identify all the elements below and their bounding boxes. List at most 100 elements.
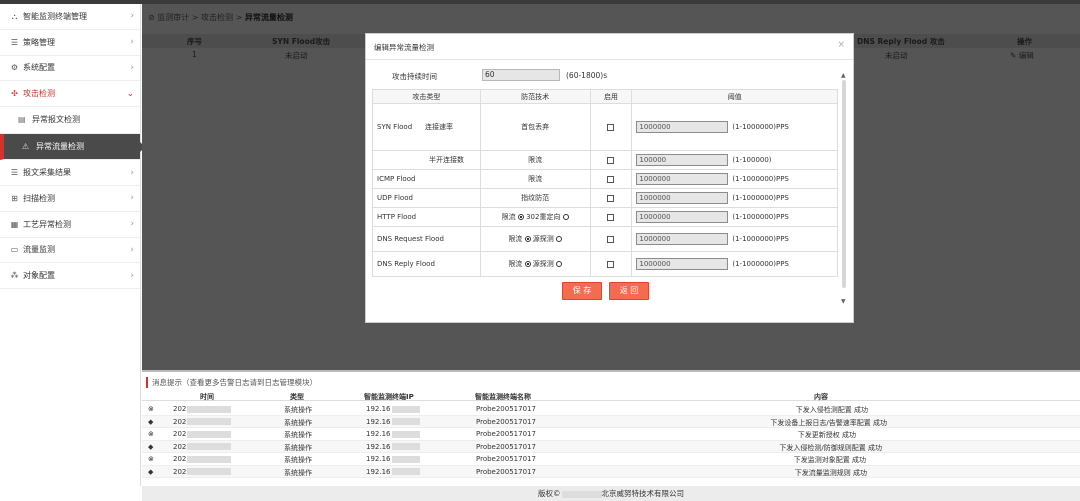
redacted bbox=[391, 405, 420, 413]
network-icon: ⛬ bbox=[11, 11, 18, 21]
redacted bbox=[187, 455, 232, 463]
threshold-input[interactable]: 1000000 bbox=[636, 258, 729, 270]
radio-selected[interactable] bbox=[517, 214, 524, 220]
duration-input[interactable]: 60 bbox=[482, 69, 560, 81]
threshold-cell: 1000000 (1-1000000)PPS bbox=[631, 251, 838, 277]
chart-icon: ▦ bbox=[10, 219, 19, 229]
radio-selected[interactable] bbox=[524, 261, 531, 267]
threshold-cell: 1000000 (1-1000000)PPS bbox=[631, 103, 838, 151]
table-row: ICMP Flood 限流 1000000 (1-1000000)PPS bbox=[372, 169, 838, 189]
close-icon[interactable]: × bbox=[837, 40, 845, 50]
back-button[interactable]: 返 回 bbox=[609, 282, 649, 300]
expand-icon[interactable]: ⊗ bbox=[148, 430, 154, 438]
column-header: 内容 bbox=[814, 393, 828, 401]
ip-cell: 192.16 bbox=[366, 430, 420, 438]
radio-unselected[interactable] bbox=[562, 214, 569, 220]
threshold-hint: (1-1000000)PPS bbox=[732, 123, 789, 131]
time-text: 202 bbox=[173, 455, 187, 463]
list-icon: ☰ bbox=[10, 168, 19, 178]
breadcrumb-item[interactable]: 监测审计 bbox=[157, 13, 189, 22]
table-row: ⊗ 202 系统操作 192.16 Probe200517017 下发入侵检测配… bbox=[142, 403, 1080, 416]
sidebar-item-policy[interactable]: ☰ 策略管理 › bbox=[0, 30, 140, 56]
save-button[interactable]: 保 存 bbox=[562, 282, 602, 300]
radio-selected[interactable] bbox=[524, 236, 531, 242]
message-table-header: 时间 类型 智能监测终端IP 智能监测终端名称 内容 bbox=[142, 390, 1080, 401]
copyright-prefix: 版权© bbox=[538, 489, 561, 498]
content-cell: 下发监测对象配置 成功 bbox=[793, 456, 866, 464]
column-header: 攻击类型 bbox=[372, 89, 481, 104]
expand-icon[interactable]: ◆ bbox=[148, 468, 153, 476]
sidebar: ⛬ 智能监测终端管理 › ☰ 策略管理 › ⚙ 系统配置 › ✣ 攻击检测 ⌄ ▤ 异常报文检测 … bbox=[0, 4, 145, 486]
ip-cell: 192.16 bbox=[366, 405, 420, 413]
syn-flood-cell: SYN Flood 连接速率 bbox=[372, 103, 481, 151]
threshold-cell: 1000000 (1-1000000)PPS bbox=[631, 207, 838, 227]
threshold-input[interactable]: 1000000 bbox=[636, 233, 729, 245]
scroll-down-icon[interactable]: ▼ bbox=[841, 298, 846, 305]
time-cell: 202 bbox=[173, 430, 232, 438]
name-cell: Probe200517017 bbox=[476, 417, 536, 426]
threshold-input[interactable]: 1000000 bbox=[636, 173, 729, 185]
expand-icon[interactable]: ◆ bbox=[148, 418, 153, 426]
type-label: HTTP Flood bbox=[372, 207, 481, 227]
sidebar-item-label: 系统配置 bbox=[23, 63, 55, 73]
redacted bbox=[391, 443, 420, 450]
sidebar-item-abnormal-traffic[interactable]: ⚠ 异常流量检测 bbox=[0, 133, 145, 161]
enable-checkbox[interactable] bbox=[607, 260, 615, 268]
threshold-hint: (1-1000000)PPS bbox=[732, 235, 789, 243]
edit-icon: ✎ bbox=[1010, 51, 1017, 60]
sidebar-item-process-anomaly[interactable]: ▦ 工艺异常检测 › bbox=[0, 212, 140, 238]
table-row: ⊗ 202 系统操作 192.16 Probe200517017 下发更新授权 … bbox=[142, 428, 1080, 441]
threshold-input[interactable]: 100000 bbox=[636, 154, 729, 166]
threshold-hint: (1-1000000)PPS bbox=[732, 213, 789, 221]
sidebar-item-terminal-mgmt[interactable]: ⛬ 智能监测终端管理 › bbox=[0, 4, 140, 30]
expand-icon[interactable]: ⊗ bbox=[148, 455, 154, 463]
threshold-cell: 1000000 (1-1000000)PPS bbox=[631, 188, 838, 208]
redacted bbox=[391, 418, 420, 425]
sidebar-item-abnormal-packet[interactable]: ▤ 异常报文检测 bbox=[0, 107, 140, 134]
sidebar-item-traffic-monitor[interactable]: ▭ 流量监测 › bbox=[0, 238, 140, 264]
edit-link[interactable]: ✎ 编辑 bbox=[1010, 50, 1034, 61]
table-row: ◆ 202 系统操作 192.16 Probe200517017 下发入侵检测/… bbox=[142, 440, 1080, 453]
expand-icon[interactable]: ◆ bbox=[148, 443, 153, 451]
ip-cell: 192.16 bbox=[366, 455, 420, 463]
chevron-right-icon: › bbox=[130, 270, 134, 281]
threshold-input[interactable]: 1000000 bbox=[636, 211, 729, 223]
chevron-right-icon: › bbox=[130, 62, 134, 73]
enable-checkbox[interactable] bbox=[607, 213, 615, 221]
message-title: 消息提示（查看更多告警日志请到日志管理模块） bbox=[146, 377, 317, 388]
scroll-thumb[interactable] bbox=[842, 80, 846, 288]
modal-title: 编辑异常流量检测 bbox=[374, 43, 434, 52]
sidebar-item-system-config[interactable]: ⚙ 系统配置 › bbox=[0, 56, 140, 82]
sidebar-item-object-config[interactable]: ⁂ 对象配置 › bbox=[0, 263, 140, 290]
ip-text: 192.16 bbox=[366, 405, 391, 413]
tech-cell: 限流 源探测 bbox=[479, 226, 591, 252]
sidebar-item-packet-capture[interactable]: ☰ 报文采集结果 › bbox=[0, 160, 140, 186]
type-label: ICMP Flood bbox=[372, 169, 481, 189]
enable-checkbox[interactable] bbox=[607, 123, 615, 131]
enable-checkbox[interactable] bbox=[607, 156, 615, 164]
radio-unselected[interactable] bbox=[556, 236, 563, 242]
radio-unselected[interactable] bbox=[556, 261, 563, 267]
enable-checkbox[interactable] bbox=[607, 194, 615, 202]
enable-checkbox[interactable] bbox=[607, 235, 615, 243]
time-text: 202 bbox=[173, 467, 187, 476]
edit-modal: 编辑异常流量检测 × 攻击持续时间 60 (60-1800)s 攻击类型 防范技… bbox=[365, 33, 854, 323]
attack-icon: ✣ bbox=[11, 89, 18, 99]
sidebar-item-scan-detect[interactable]: ⊞ 扫描检测 › bbox=[0, 186, 140, 212]
redacted bbox=[187, 443, 232, 450]
scroll-up-icon[interactable]: ▲ bbox=[841, 72, 846, 79]
scan-icon: ⊞ bbox=[11, 193, 18, 203]
threshold-input[interactable]: 1000000 bbox=[636, 192, 729, 204]
message-panel: 消息提示（查看更多告警日志请到日志管理模块） 时间 类型 智能监测终端IP 智能… bbox=[142, 370, 1080, 486]
enable-checkbox[interactable] bbox=[607, 175, 615, 183]
threshold-input[interactable]: 1000000 bbox=[636, 121, 729, 133]
table-row: ◆ 202 系统操作 192.16 Probe200517017 下发流量监测规… bbox=[142, 465, 1080, 478]
scrollbar[interactable]: ▲ ▼ bbox=[841, 72, 848, 308]
syn-flood-label: SYN Flood bbox=[377, 123, 413, 131]
content-cell: 下发入侵检测配置 成功 bbox=[795, 406, 868, 414]
expand-icon[interactable]: ⊗ bbox=[148, 405, 154, 413]
tech-option-label: 302重定向 bbox=[526, 213, 561, 221]
sidebar-item-label: 攻击检测 bbox=[23, 89, 55, 99]
breadcrumb-item[interactable]: 攻击检测 bbox=[201, 13, 233, 22]
sidebar-item-attack-detect[interactable]: ✣ 攻击检测 ⌄ bbox=[0, 81, 140, 108]
